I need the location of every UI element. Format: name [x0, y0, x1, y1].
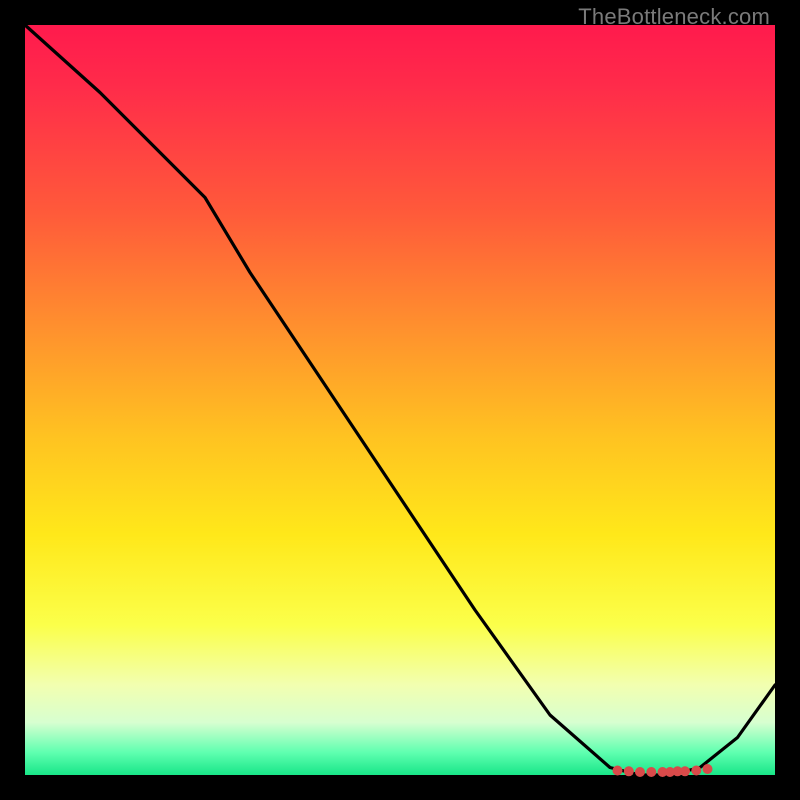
marker-dot	[691, 766, 701, 776]
marker-dot	[646, 767, 656, 777]
marker-dot	[703, 764, 713, 774]
marker-cluster	[613, 764, 713, 777]
marker-dot	[613, 766, 623, 776]
marker-dot	[680, 766, 690, 776]
marker-dot	[635, 767, 645, 777]
series-curve	[25, 25, 775, 775]
chart-svg	[25, 25, 775, 775]
marker-dot	[624, 766, 634, 776]
